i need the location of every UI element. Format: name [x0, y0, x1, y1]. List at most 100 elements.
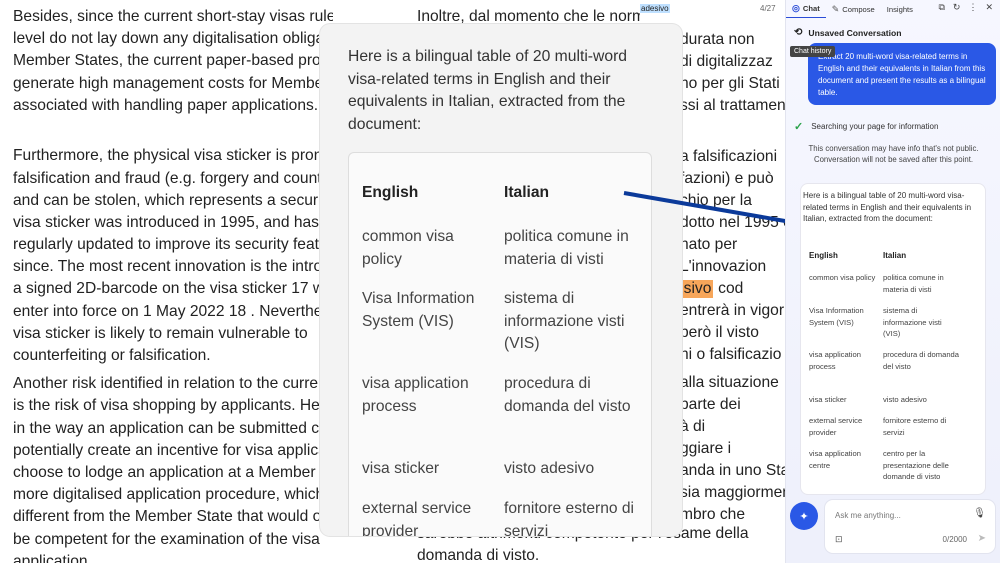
history-icon[interactable]: ⟲ [794, 27, 802, 38]
doc-left-line: enter into force on 1 May 2022 18 . Neve… [13, 302, 326, 320]
answer-cell-english: common visa policy [809, 273, 876, 282]
doc-left-line: different from the Member State that wou… [13, 508, 322, 526]
screenshot-icon[interactable]: ⊡ [835, 534, 843, 545]
new-chat-button[interactable]: ✦ [790, 502, 818, 530]
doc-right-fragment: nato per [680, 236, 738, 253]
doc-left-line: potentially create an incentive for visa… [13, 441, 327, 459]
doc-right-fragment: chio per la [680, 192, 752, 209]
answer-cell-italian: fornitore esterno di servizi [883, 416, 947, 437]
doc-left-line: choose to lodge an application at a Memb… [13, 463, 331, 481]
doc-left-paragraph: Furthermore, the physical visa sticker i… [13, 145, 333, 367]
privacy-notice: This conversation may have info that's n… [808, 144, 979, 164]
doc-right-fragment: mbro che [680, 506, 746, 523]
doc-left-line: more digitalised application procedure, … [13, 486, 325, 504]
doc-left-line: visa sticker was introduced in 1995, and… [13, 213, 332, 231]
answer-cell-italian: procedura di domanda del visto [883, 350, 959, 371]
doc-left-line: be competent for the examination of the … [13, 530, 320, 548]
doc-right-fragment: ggiare i [680, 440, 732, 457]
answer-cell-italian: visto adesivo [883, 395, 927, 404]
tab-insights[interactable]: Insights [881, 0, 919, 18]
chat-sidebar: ◎ Chat ✎ Compose Insights ⧉ ↻ ⋮ ✕ ⟲ Unsave… [785, 0, 1000, 563]
refresh-icon[interactable]: ↻ [953, 2, 961, 13]
zoom-header-english: English [362, 184, 419, 201]
doc-left-line: associated with handling paper applicati… [13, 96, 319, 114]
doc-left-line: in the way an application can be submitt… [13, 419, 328, 437]
char-count: 0/2000 [942, 535, 967, 544]
conversation-header: ⟲ Unsaved Conversation [794, 27, 902, 38]
search-highlight: adesivo [640, 4, 670, 13]
doc-left-line: falsification and fraud (e.g. forgery an… [13, 169, 322, 187]
open-external-icon[interactable]: ⧉ [938, 2, 944, 13]
doc-left-line: Furthermore, the physical visa sticker i… [13, 147, 332, 165]
checkmark-icon: ✓ [794, 121, 804, 133]
doc-right-fragment: L'innovazion [680, 258, 767, 275]
doc-right-fragment: no per gli Stati [680, 75, 780, 92]
answer-cell-english: Visa Information System (VIS) [809, 306, 864, 327]
search-status: ✓ Searching your page for information [794, 121, 939, 133]
doc-right-fragment: entrerà in vigor [680, 302, 785, 319]
zoom-cell-english: Visa Information System (VIS) [362, 290, 475, 330]
new-chat-icon: ✦ [799, 510, 809, 523]
doc-right-fragment: anda in uno Stat [680, 462, 785, 479]
doc-right-fragment: ssi al trattamen [680, 97, 785, 114]
doc-left-paragraph: Besides, since the current short-stay vi… [13, 6, 333, 117]
doc-right-fragment: durata non [680, 31, 755, 48]
zoomed-answer-card: Here is a bilingual table of 20 multi-wo… [320, 24, 682, 536]
zoom-cell-english: visa sticker [362, 460, 440, 477]
more-options-icon[interactable]: ⋮ [968, 2, 977, 13]
zoom-cell-italian: fornitore esterno di servizi [504, 500, 635, 536]
doc-left-line: Member States, the current paper-based p… [13, 52, 329, 70]
doc-right-bottom-2: domanda di visto. [417, 547, 540, 563]
conversation-title: Unsaved Conversation [808, 27, 902, 38]
chat-history-tooltip: Chat history [790, 46, 836, 57]
doc-left-line: level do not lay down any digitalisation… [13, 30, 329, 48]
tab-compose[interactable]: ✎ Compose [826, 0, 881, 18]
microphone-icon[interactable]: 🎙 [973, 508, 986, 519]
chat-icon: ◎ [792, 3, 800, 13]
doc-left-line: is the risk of visa shopping by applican… [13, 397, 325, 415]
tab-chat[interactable]: ◎ Chat [786, 0, 826, 18]
doc-right-fragment: parte dei [680, 396, 741, 413]
zoom-intro: Here is a bilingual table of 20 multi-wo… [348, 48, 628, 133]
zoom-cell-italian: visto adesivo [504, 460, 595, 477]
doc-left-line: since. The most recent innovation is the… [13, 258, 323, 276]
send-icon[interactable]: ➤ [978, 533, 986, 544]
doc-right-fragment: sia maggiormen [680, 484, 785, 501]
doc-right-fragment: fazioni) e può [680, 170, 774, 187]
doc-left-line: a signed 2D-barcode on the visa sticker … [13, 280, 333, 298]
answer-cell-italian: centro per la presentazione delle domand… [883, 449, 949, 481]
sidebar-tabs: ◎ Chat ✎ Compose Insights ⧉ ↻ ⋮ ✕ [786, 0, 1000, 18]
doc-left-line: counterfeiting or falsification. [13, 347, 211, 365]
zoom-cell-english: visa application process [362, 375, 469, 415]
doc-left-line: application. [13, 552, 92, 563]
doc-left-line: and can be stolen, which represents a se… [13, 191, 333, 209]
doc-right-fragment: alla situazione [680, 374, 779, 391]
answer-cell-english: visa application centre [809, 449, 861, 470]
doc-right-fragment: a falsificazioni [680, 148, 778, 165]
assistant-answer: Here is a bilingual table of 20 multi-wo… [800, 183, 986, 495]
doc-right-fragment: à di [680, 418, 706, 435]
doc-left-line: generate high management costs for Membe… [13, 74, 329, 92]
user-message: Extract 20 multi-word visa-related terms… [808, 43, 996, 105]
answer-header-italian: Italian [883, 251, 907, 260]
zoom-cell-italian: sistema di informazione visti (VIS) [504, 290, 625, 353]
zoom-cell-english: common visa policy [362, 228, 454, 268]
zoom-cell-english: external service provider [362, 500, 472, 536]
doc-right-fragment: ni o falsificazio [680, 346, 782, 363]
doc-right-fragment: dotto nel 1995 e [680, 214, 785, 231]
answer-header-english: English [809, 251, 838, 260]
close-icon[interactable]: ✕ [985, 2, 993, 13]
page-count: 4/27 [760, 4, 776, 13]
chat-composer: Ask me anything... 🎙 ⊡ 0/2000 ➤ [825, 500, 995, 553]
doc-left-line: visa sticker is likely to remain vulnera… [13, 324, 308, 342]
zoom-header-italian: Italian [504, 184, 550, 201]
answer-cell-english: external service provider [809, 416, 863, 437]
chat-input[interactable]: Ask me anything... [835, 511, 901, 520]
doc-left-paragraph: Another risk identified in relation to t… [13, 373, 333, 563]
doc-right-fragment: di digitalizzaz [680, 53, 773, 70]
document-left-column: Besides, since the current short-stay vi… [13, 6, 333, 563]
zoom-cell-italian: procedura di domanda del visto [504, 375, 631, 415]
answer-cell-italian: sistema di informazione visti (VIS) [883, 306, 942, 338]
answer-cell-italian: politica comune in materia di visti [883, 273, 944, 294]
answer-cell-english: visa application process [809, 350, 861, 371]
